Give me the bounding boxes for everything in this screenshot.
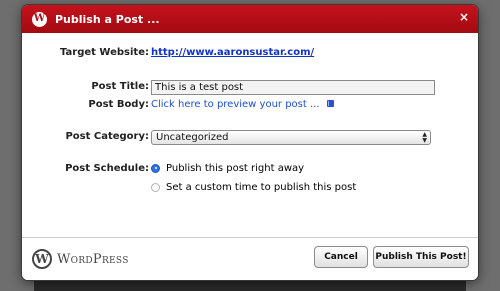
schedule-now-radio[interactable] (151, 163, 160, 173)
dialog-titlebar: W Publish a Post ... × (22, 5, 478, 33)
book-icon[interactable] (326, 99, 335, 108)
schedule-custom-radio[interactable] (151, 182, 160, 192)
preview-post-link[interactable]: Click here to preview your post ... (151, 99, 320, 110)
wordpress-badge-icon: W (32, 11, 47, 27)
schedule-option-custom[interactable]: Set a custom time to publish this post (151, 182, 356, 193)
publish-post-dialog: W Publish a Post ... × Target Website: h… (22, 5, 478, 280)
close-icon[interactable]: × (459, 11, 469, 23)
schedule-custom-label: Set a custom time to publish this post (166, 182, 357, 193)
select-arrows-icon: ▲ ▼ (422, 131, 427, 144)
target-website-label: Target Website: (60, 47, 149, 58)
post-category-select[interactable]: Uncategorized ▲ ▼ (151, 130, 431, 145)
target-website-link[interactable]: http://www.aaronsustar.com/ (151, 47, 314, 58)
schedule-option-now[interactable]: Publish this post right away (151, 163, 304, 174)
publish-post-button[interactable]: Publish This Post! (373, 246, 469, 268)
post-body-label: Post Body: (88, 99, 149, 110)
cancel-button[interactable]: Cancel (314, 246, 368, 268)
post-category-value: Uncategorized (156, 132, 229, 143)
dialog-title: Publish a Post ... (55, 12, 160, 26)
post-body-row: Post Body: Click here to preview your po… (22, 99, 478, 110)
wordpress-logo-letter: W (35, 252, 49, 266)
post-schedule-row: Post Schedule: Publish this post right a… (22, 163, 478, 174)
schedule-custom-row: Set a custom time to publish this post (22, 182, 478, 193)
post-title-input[interactable]: This is a test post (151, 80, 435, 95)
wordpress-logo-text: WordPress (57, 251, 129, 267)
backdrop-panel (34, 279, 466, 291)
dialog-footer: W WordPress Cancel Publish This Post! (22, 237, 478, 280)
post-title-label: Post Title: (91, 81, 149, 92)
wordpress-badge-letter: W (33, 13, 46, 24)
wordpress-logo: W WordPress (32, 249, 129, 269)
post-category-label: Post Category: (65, 131, 149, 142)
wordpress-logo-icon: W (32, 249, 52, 269)
schedule-now-label: Publish this post right away (166, 163, 305, 174)
post-schedule-label: Post Schedule: (65, 163, 149, 174)
target-website-row: Target Website: http://www.aaronsustar.c… (22, 47, 478, 58)
